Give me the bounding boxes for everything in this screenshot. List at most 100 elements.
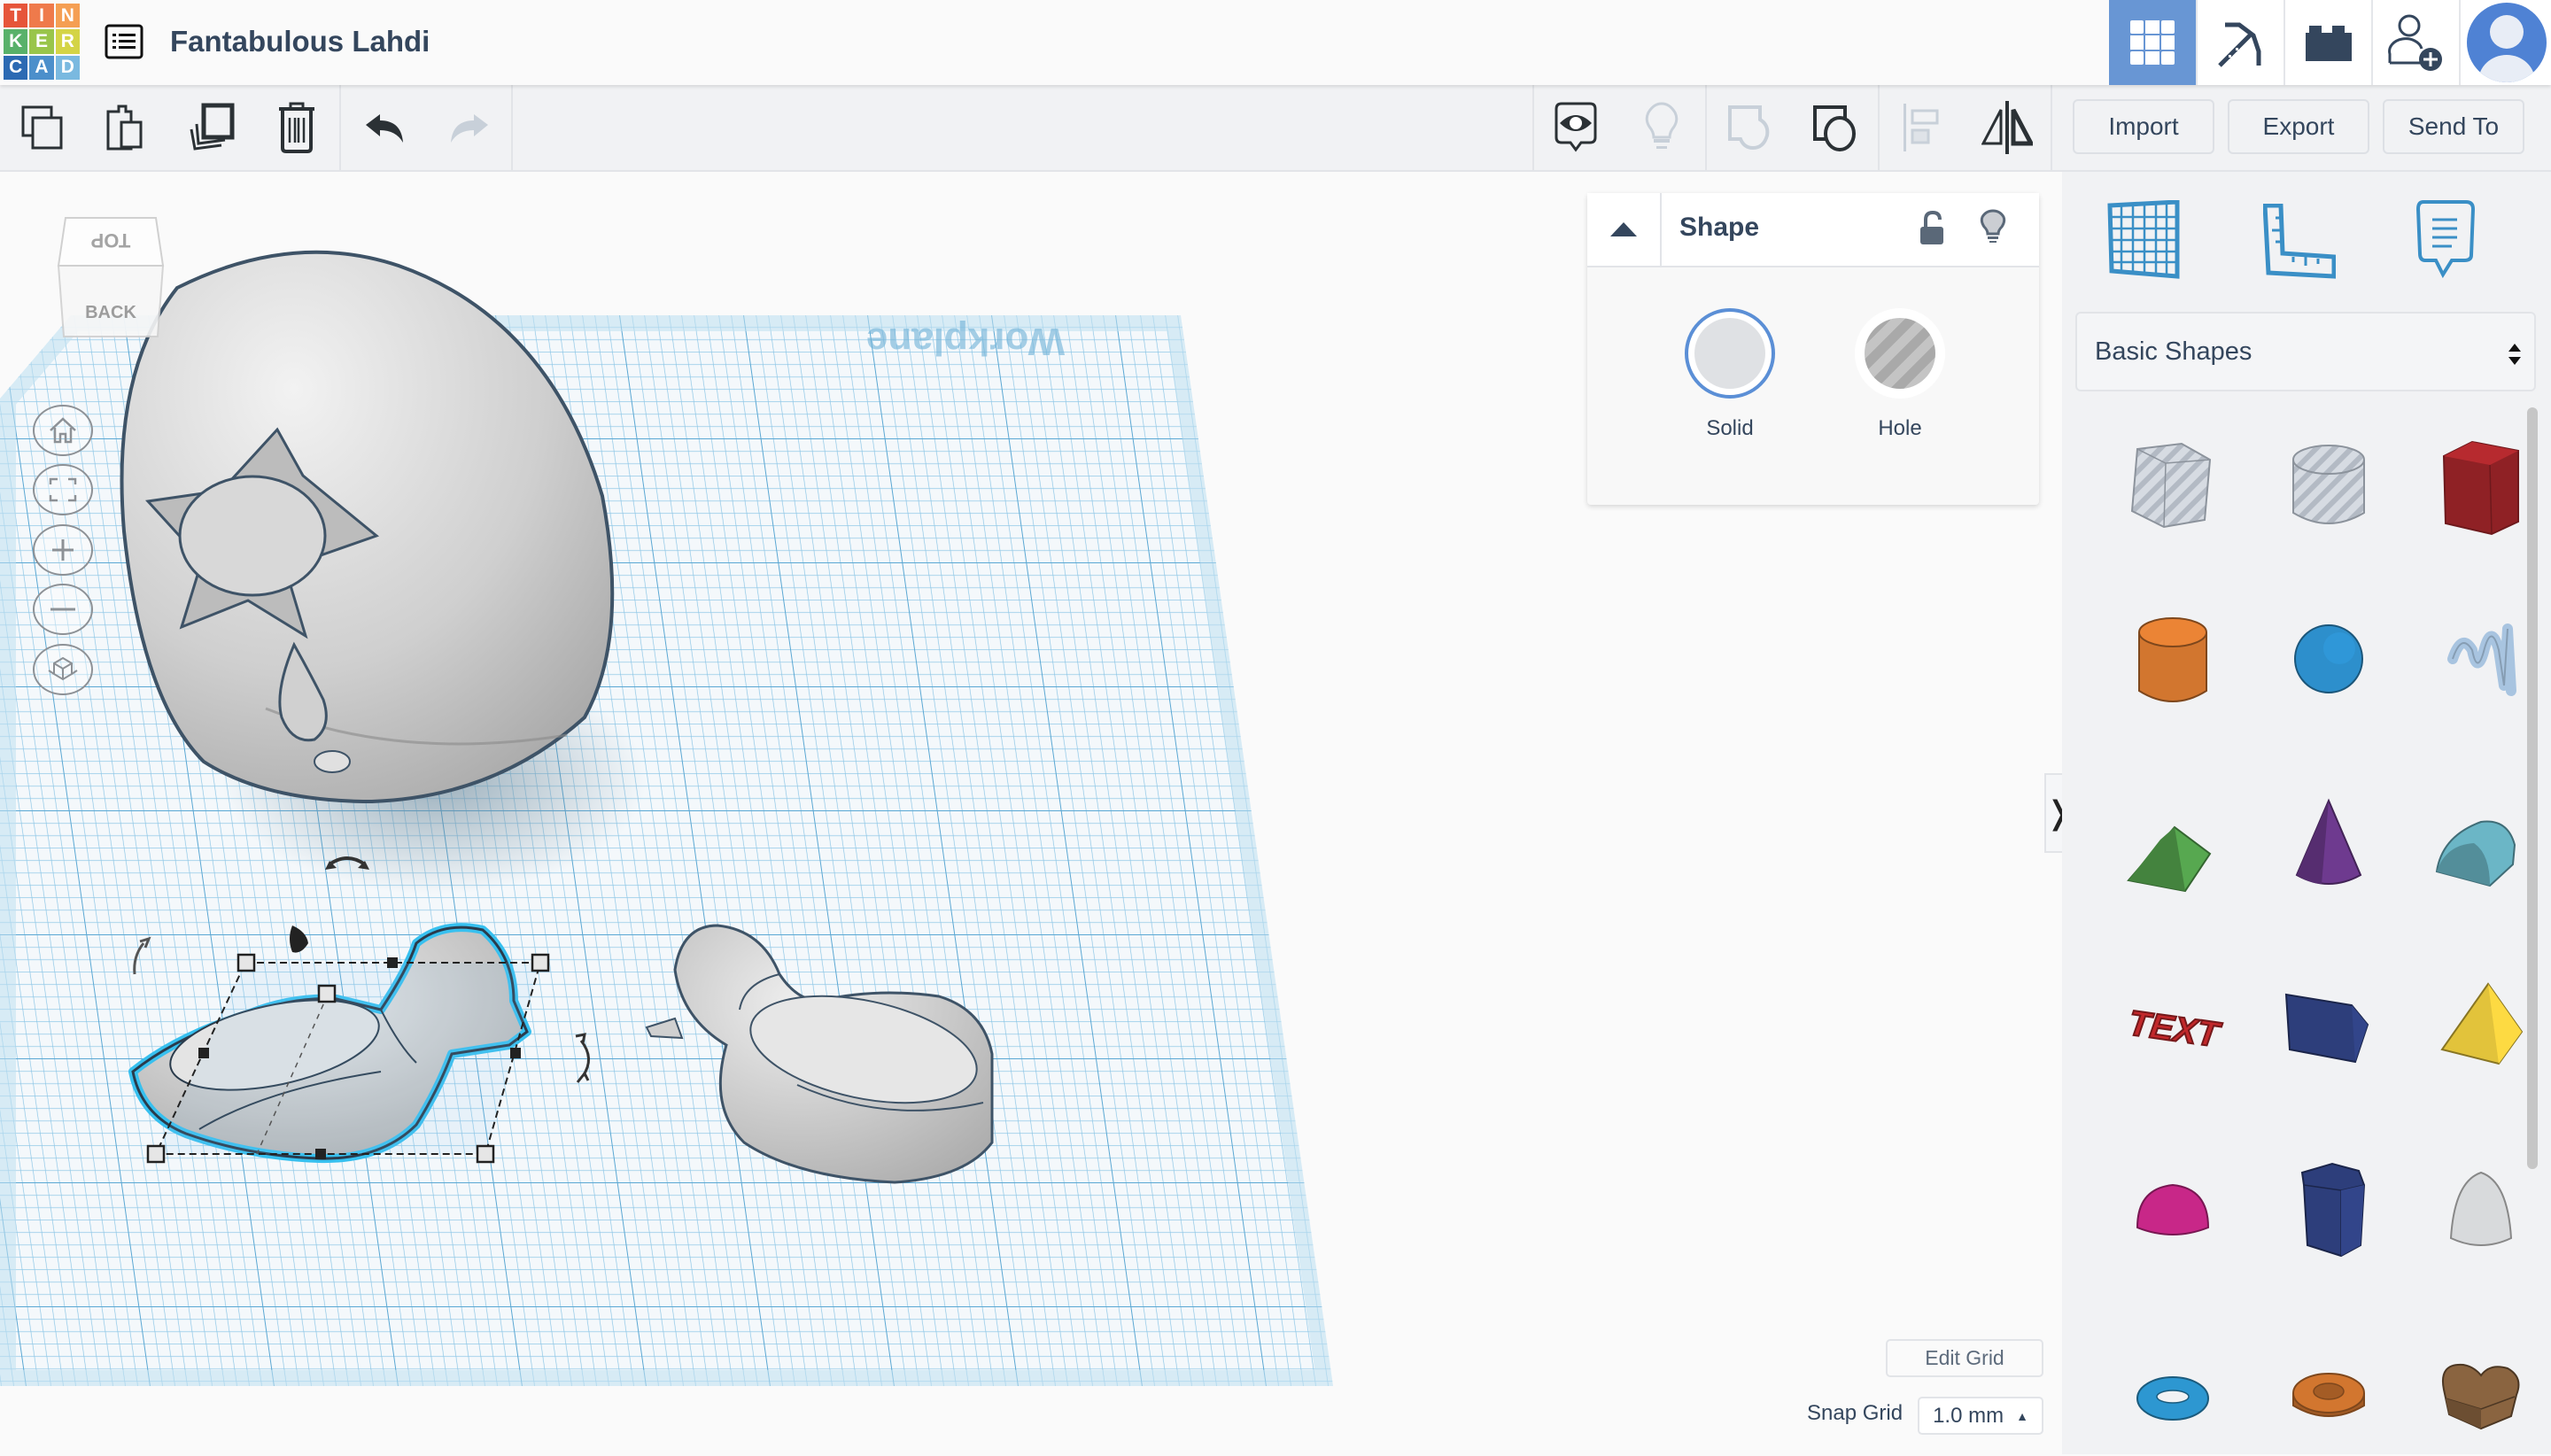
roof-icon [2127,825,2212,893]
shape-torus[interactable] [2106,1323,2239,1456]
solid-swatch [1694,318,1765,389]
snap-grid-label: Snap Grid [1807,1401,1904,1425]
app-header: TIN KER CAD Fantabulous Lahdi [0,0,2551,85]
avatar-icon [2467,3,2547,82]
lock-button[interactable] [1919,210,1945,251]
edit-grid-button[interactable]: Edit Grid [1886,1339,2043,1377]
copy-button[interactable] [1,85,84,170]
paste-button[interactable] [84,85,167,170]
mirror-icon [1981,101,2033,154]
egg-eye-shape [178,475,327,597]
toolbar-divider [339,85,341,170]
shape-text[interactable]: TEXT [2106,960,2239,1093]
tinkercad-logo[interactable]: TIN KER CAD [4,4,80,80]
design-list-button[interactable] [102,21,146,62]
box-hole-icon [2130,442,2212,529]
shape-roof[interactable] [2106,778,2239,911]
shape-panel-header: Shape [1587,193,2039,267]
round-roof-icon [2435,820,2516,887]
send-to-button[interactable]: Send To [2383,99,2524,154]
paste-icon [106,105,143,151]
user-avatar-button[interactable] [2459,0,2551,85]
polygon-icon [2300,1162,2366,1258]
project-title[interactable]: Fantabulous Lahdi [170,21,430,62]
group-button[interactable] [1707,85,1790,170]
shape-cylinder-hole[interactable] [2262,420,2395,553]
shape-inspector-panel: Shape Solid Hole [1587,193,2039,505]
shape-cone[interactable] [2262,778,2395,911]
ortho-toggle-button[interactable] [33,644,93,695]
add-user-icon [2388,14,2442,71]
home-view-button[interactable] [33,405,93,456]
copy-icon [21,105,63,150]
undo-icon [366,114,403,143]
show-all-button[interactable] [1534,85,1617,170]
trash-icon [279,102,314,153]
zoom-out-button[interactable] [33,584,93,635]
shape-cylinder[interactable] [2106,592,2239,725]
view-cube[interactable]: TOP BACK [53,216,168,347]
logo-letter: N [55,4,80,28]
nav-blocks-button[interactable] [2196,0,2284,85]
fit-all-button[interactable] [33,464,93,515]
redo-icon [451,114,488,143]
toolbar-divider [511,85,513,170]
shape-tube[interactable] [2262,1323,2395,1456]
box-icon [2442,440,2519,536]
main-toolbar: Import Export Send To [0,85,2551,172]
shape-half-sphere[interactable] [2106,1142,2239,1274]
brick-icon [2306,26,2352,61]
invite-user-button[interactable] [2371,0,2460,85]
shapes-scrollbar[interactable] [2527,407,2538,1169]
shape-category-select[interactable]: Basic Shapes [2075,312,2536,391]
solid-option[interactable] [1685,308,1775,399]
logo-letter: C [4,55,28,80]
cylinder-icon [2138,617,2207,702]
notes-tool-button[interactable] [2415,200,2476,283]
view-cube-top-label: TOP [90,229,131,252]
hide-button[interactable] [1980,209,2006,251]
toolbar-divider [2051,85,2052,170]
shape-sphere[interactable] [2262,592,2395,725]
zoom-in-button[interactable] [33,524,93,576]
pyramid-icon [2440,982,2524,1065]
duplicate-button[interactable] [171,85,254,170]
cube-icon [48,656,78,681]
hole-option[interactable] [1855,308,1945,399]
logo-letter: R [55,29,80,54]
solid-label: Solid [1706,416,1754,440]
eye-icon [1555,102,1597,152]
align-button[interactable] [1880,85,1963,170]
snap-grid-select[interactable]: 1.0 mm ▲ [1918,1397,2043,1435]
lightbulb-icon [1645,102,1679,149]
ungroup-button[interactable] [1793,85,1876,170]
delete-button[interactable] [255,85,338,170]
redo-button[interactable] [427,85,510,170]
snap-grid-value: 1.0 mm [1933,1403,2004,1428]
shape-generator-icon [2284,993,2369,1064]
caret-up-icon: ▲ [2016,1408,2028,1423]
collapse-panel-button[interactable] [1587,193,1662,266]
grid-icon [2130,20,2175,65]
shape-box-hole[interactable] [2106,420,2239,553]
notes-toggle-button[interactable] [1620,85,1703,170]
shape-polygon[interactable] [2262,1142,2395,1274]
nav-bricks-button[interactable] [2283,0,2372,85]
workplane-grid-icon [2107,199,2180,279]
import-button[interactable]: Import [2073,99,2214,154]
undo-button[interactable] [344,85,427,170]
list-icon [105,24,143,59]
ungroup-icon [1813,105,1856,151]
view-cube-back-label: BACK [85,303,136,322]
hole-label: Hole [1878,416,1922,440]
export-button[interactable]: Export [2228,99,2369,154]
unlock-icon [1920,210,1943,244]
shape-shape-generator[interactable] [2262,960,2395,1093]
nav-3d-design-button[interactable] [2109,0,2196,85]
tube-icon [2292,1373,2365,1417]
workplane-tool-button[interactable] [2106,199,2181,284]
ruler-tool-button[interactable] [2262,203,2337,284]
align-icon [1904,104,1939,151]
mirror-button[interactable] [1966,85,2049,170]
shape-heart[interactable] [2415,1323,2547,1456]
